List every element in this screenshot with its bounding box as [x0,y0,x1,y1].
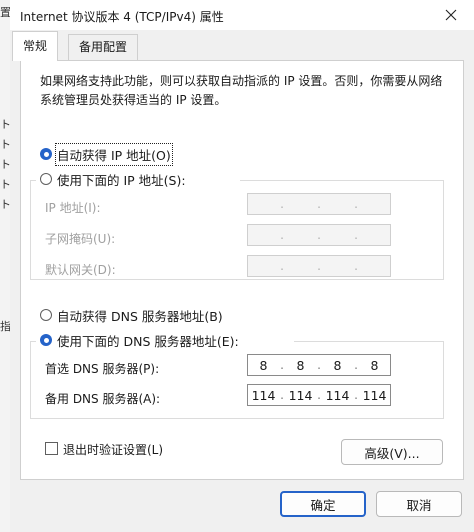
ok-button[interactable]: 确定 [280,491,366,517]
dns-group [30,341,444,419]
manual-ip-label[interactable]: 使用下面的 IP 地址(S): [57,170,186,189]
alternate-dns-label: 备用 DNS 服务器(A): [45,392,161,406]
ip-octet: 8 [333,357,342,373]
subnet-mask-label: 子网掩码(U): [45,232,116,246]
octet-separator: . [280,228,284,242]
tcpip-properties-dialog: Internet 协议版本 4 (TCP/IPv4) 属性 常规 备用配置 如果… [10,0,474,532]
default-gateway-field[interactable]: . . . [247,255,391,277]
manual-ip-radio[interactable] [40,173,52,185]
default-gateway-label: 默认网关(D): [45,263,116,277]
ip-address-field[interactable]: . . . [247,193,391,215]
manual-dns-radio[interactable] [40,334,52,346]
ip-octet: 8 [296,357,305,373]
preferred-dns-label: 首选 DNS 服务器(P): [45,362,160,376]
validate-on-exit-checkbox[interactable] [45,442,58,455]
octet-separator: . [354,228,358,242]
validate-on-exit-label[interactable]: 退出时验证设置(L) [63,441,163,458]
window-title: Internet 协议版本 4 (TCP/IPv4) 属性 [20,10,224,24]
auto-dns-label[interactable]: 自动获得 DNS 服务器地址(B) [57,306,223,325]
octet-separator: . [280,197,284,211]
ip-octet: 114 [288,387,313,403]
auto-ip-label[interactable]: 自动获得 IP 地址(O) [55,143,173,166]
ip-octet: 8 [259,357,268,373]
octet-separator: . [354,197,358,211]
advanced-button[interactable]: 高级(V)... [341,439,443,465]
close-button[interactable] [428,0,474,30]
octet-separator: . [317,228,321,242]
manual-dns-label[interactable]: 使用下面的 DNS 服务器地址(E): [57,331,239,350]
subnet-mask-field[interactable]: . . . [247,224,391,246]
tab-general[interactable]: 常规 [12,31,59,61]
auto-dns-radio[interactable] [40,309,52,321]
ip-octet: 114 [251,387,276,403]
octet-separator: . [317,197,321,211]
ip-octet: 8 [370,357,379,373]
ip-octet: 114 [325,387,350,403]
ip-address-label: IP 地址(I): [45,201,101,215]
title-bar[interactable]: Internet 协议版本 4 (TCP/IPv4) 属性 [10,0,474,30]
preferred-dns-field[interactable]: 8. 8. 8. 8 [247,354,391,376]
alternate-dns-field[interactable]: 114. 114. 114. 114 [247,384,391,406]
description-text: 如果网络支持此功能，则可以获取自动指派的 IP 设置。否则，你需要从网络系统管理… [40,74,443,107]
close-icon [445,9,457,21]
octet-separator: . [354,259,358,273]
ip-octet: 114 [362,387,387,403]
cancel-button[interactable]: 取消 [376,491,462,517]
octet-separator: . [317,259,321,273]
octet-separator: . [280,259,284,273]
tab-alternate-config[interactable]: 备用配置 [68,34,139,60]
auto-ip-radio[interactable] [40,148,52,160]
